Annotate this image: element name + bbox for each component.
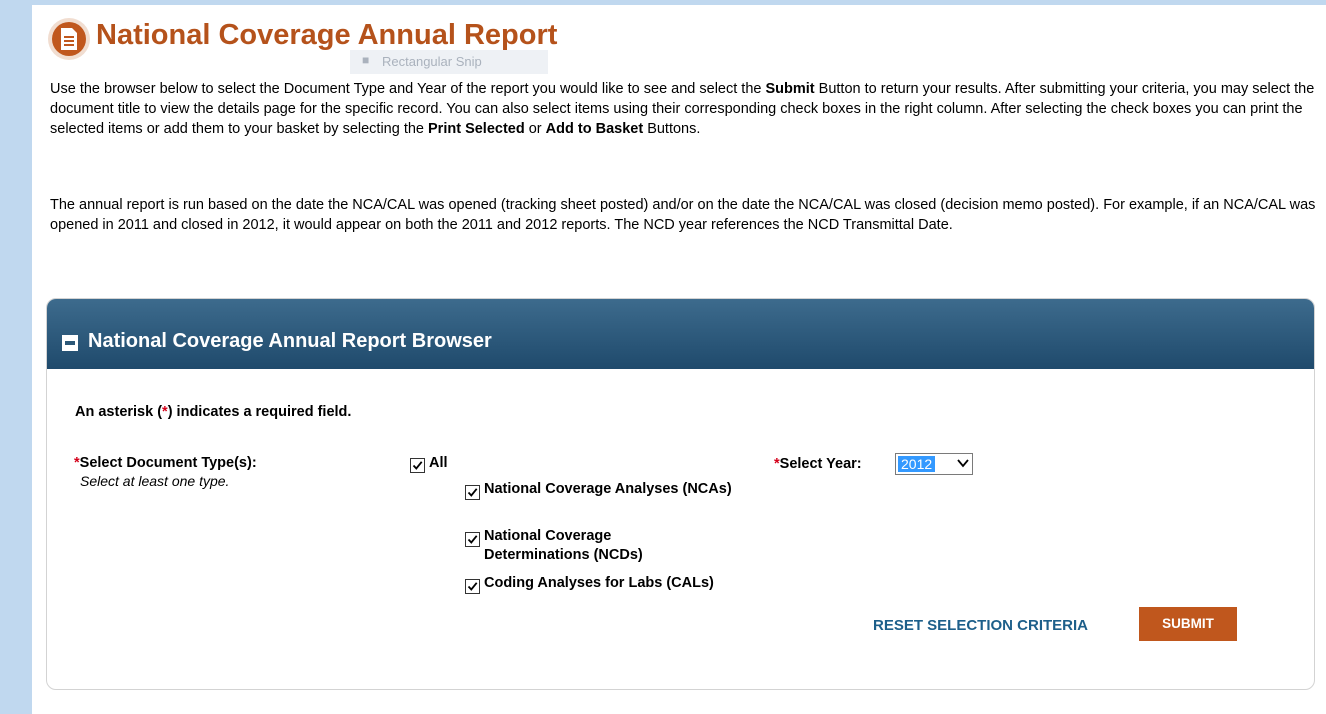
panel-header[interactable]: National Coverage Annual Report Browser (47, 299, 1314, 369)
document-icon (48, 18, 90, 60)
collapse-icon[interactable] (62, 335, 78, 351)
year-selected-value: 2012 (898, 456, 936, 472)
required-note-pre: An asterisk ( (75, 404, 163, 420)
snip-tooltip: ■ Rectangular Snip (350, 50, 548, 74)
intro-bold-print-selected: Print Selected (428, 121, 525, 137)
checkbox-ncds[interactable] (465, 532, 480, 547)
intro-text-1: Use the browser below to select the Docu… (50, 81, 766, 97)
checkbox-all-label[interactable]: All (429, 454, 448, 473)
year-label-text: Select Year: (779, 456, 862, 472)
snip-icon: ■ (362, 53, 370, 67)
doc-type-label-text: Select Document Type(s): (79, 455, 257, 471)
reset-selection-link[interactable]: RESET SELECTION CRITERIA (873, 617, 1088, 634)
checkbox-cals[interactable] (465, 579, 480, 594)
page-title: National Coverage Annual Report (96, 19, 558, 51)
intro-bold-submit: Submit (765, 81, 815, 97)
doc-type-label: *Select Document Type(s): (74, 455, 257, 471)
intro-text-3: or (524, 121, 546, 137)
annual-report-note: The annual report is run based on the da… (50, 197, 1316, 233)
year-label: *Select Year: (774, 456, 862, 472)
doc-type-hint: Select at least one type. (80, 473, 230, 489)
chevron-down-icon (957, 459, 969, 468)
checkbox-ncds-label[interactable]: National Coverage Determinations (NCDs) (484, 527, 684, 565)
checkbox-all[interactable] (410, 458, 425, 473)
panel-title: National Coverage Annual Report Browser (88, 330, 492, 352)
required-field-note: An asterisk (*) indicates a required fie… (75, 404, 351, 420)
intro-bold-add-to-basket: Add to Basket (545, 121, 644, 137)
report-browser-panel: National Coverage Annual Report Browser … (46, 298, 1315, 690)
checkbox-ncas[interactable] (465, 485, 480, 500)
year-select[interactable]: 2012 (895, 453, 973, 475)
page: National Coverage Annual Report ■ Rectan… (32, 5, 1326, 714)
intro-paragraph: Use the browser below to select the Docu… (50, 79, 1320, 139)
submit-button[interactable]: SUBMIT (1139, 607, 1237, 641)
checkbox-cals-label[interactable]: Coding Analyses for Labs (CALs) (484, 574, 724, 593)
checkbox-ncas-label[interactable]: National Coverage Analyses (NCAs) (484, 480, 744, 499)
required-note-post: ) indicates a required field. (167, 404, 352, 420)
snip-tooltip-label: Rectangular Snip (382, 54, 482, 69)
intro-text-4: Buttons. (643, 121, 701, 137)
